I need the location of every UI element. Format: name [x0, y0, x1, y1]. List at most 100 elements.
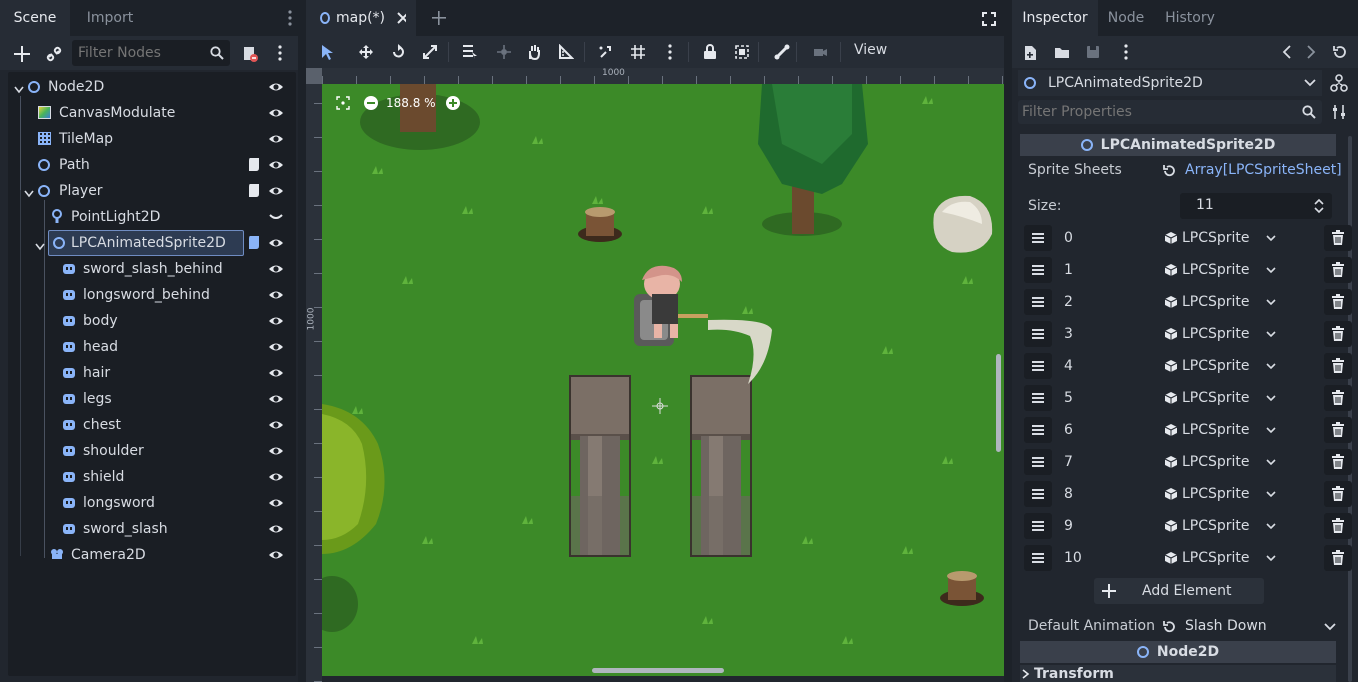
- sprite-sheets-value[interactable]: Array[LPCSpriteSheet]: [1185, 162, 1342, 178]
- visibility-eye-icon[interactable]: [268, 158, 284, 172]
- tab-scene[interactable]: Scene: [0, 0, 70, 36]
- distraction-free-icon[interactable]: [982, 12, 996, 30]
- resource-picker[interactable]: LPCSprite: [1164, 225, 1276, 251]
- size-spinbox[interactable]: 11: [1180, 193, 1332, 219]
- drag-handle-icon[interactable]: [1024, 385, 1052, 411]
- visibility-eye-icon[interactable]: [268, 496, 284, 510]
- list-tool-icon[interactable]: [462, 44, 478, 60]
- filter-nodes-input[interactable]: [78, 43, 204, 63]
- visibility-eye-icon[interactable]: [268, 444, 284, 458]
- resource-picker[interactable]: LPCSprite: [1164, 449, 1276, 475]
- chevron-down-icon[interactable]: [1266, 555, 1276, 562]
- tree-row-longsword[interactable]: longsword: [8, 490, 296, 516]
- bone-icon[interactable]: [774, 44, 790, 60]
- smart-snap-icon[interactable]: [598, 44, 614, 60]
- snap-options-icon[interactable]: [668, 44, 684, 60]
- visibility-eye-icon[interactable]: [268, 340, 284, 354]
- drag-handle-icon[interactable]: [1024, 353, 1052, 379]
- drag-handle-icon[interactable]: [1024, 321, 1052, 347]
- drag-handle-icon[interactable]: [1024, 257, 1052, 283]
- tree-row-player[interactable]: Player: [8, 178, 296, 204]
- collapse-arrow-icon[interactable]: [24, 186, 34, 198]
- chevron-down-icon[interactable]: [1266, 491, 1276, 498]
- resource-picker[interactable]: LPCSprite: [1164, 545, 1276, 571]
- resource-picker[interactable]: LPCSprite: [1164, 513, 1276, 539]
- spin-arrows-icon[interactable]: [1314, 198, 1324, 214]
- revert-icon[interactable]: [1162, 164, 1176, 178]
- zoom-level[interactable]: 188.8 %: [386, 96, 436, 110]
- select-tool-icon[interactable]: [320, 44, 336, 60]
- script-icon[interactable]: [248, 235, 260, 250]
- trash-button[interactable]: [1324, 385, 1352, 411]
- tree-row-chest[interactable]: chest: [8, 412, 296, 438]
- tab-import[interactable]: Import: [70, 0, 150, 36]
- drag-handle-icon[interactable]: [1024, 513, 1052, 539]
- open-folder-icon[interactable]: [1054, 46, 1070, 59]
- tree-row-tilemap[interactable]: TileMap: [8, 126, 296, 152]
- trash-button[interactable]: [1324, 257, 1352, 283]
- drag-handle-icon[interactable]: [1024, 289, 1052, 315]
- add-node-icon[interactable]: [12, 44, 32, 64]
- chevron-down-icon[interactable]: [1266, 363, 1276, 370]
- visibility-eye-icon[interactable]: [268, 392, 284, 406]
- tree-row-hair[interactable]: hair: [8, 360, 296, 386]
- chevron-down-icon[interactable]: [1266, 395, 1276, 402]
- trash-button[interactable]: [1324, 289, 1352, 315]
- zoom-out-icon[interactable]: [364, 96, 378, 110]
- ruler-tool-icon[interactable]: [558, 44, 574, 60]
- visibility-eye-icon[interactable]: [268, 470, 284, 484]
- drag-handle-icon[interactable]: [1024, 225, 1052, 251]
- center-view-icon[interactable]: [336, 96, 350, 110]
- chevron-down-icon[interactable]: [1266, 427, 1276, 434]
- new-resource-icon[interactable]: [1024, 45, 1038, 61]
- rotate-tool-icon[interactable]: [390, 44, 406, 60]
- lock-icon[interactable]: [702, 44, 718, 60]
- tree-row-canvasmodulate[interactable]: CanvasModulate: [8, 100, 296, 126]
- trash-button[interactable]: [1324, 545, 1352, 571]
- grid-snap-icon[interactable]: [630, 44, 646, 60]
- trash-button[interactable]: [1324, 449, 1352, 475]
- visibility-eye-icon[interactable]: [268, 132, 284, 146]
- tab-node[interactable]: Node: [1098, 0, 1154, 36]
- trash-button[interactable]: [1324, 513, 1352, 539]
- trash-button[interactable]: [1324, 225, 1352, 251]
- collapse-arrow-icon[interactable]: [14, 82, 24, 94]
- transform-group[interactable]: Transform: [1020, 665, 1336, 682]
- resource-picker[interactable]: LPCSprite: [1164, 417, 1276, 443]
- node-info-icon[interactable]: [1330, 74, 1348, 92]
- history-forward-icon[interactable]: [1306, 45, 1316, 59]
- visibility-eye-icon[interactable]: [268, 236, 284, 250]
- tree-row-body[interactable]: body: [8, 308, 296, 334]
- collapse-arrow-icon[interactable]: [35, 239, 45, 251]
- filter-properties-input[interactable]: [1022, 102, 1292, 122]
- visibility-eye-icon[interactable]: [268, 262, 284, 276]
- visibility-eye-icon[interactable]: [268, 80, 284, 94]
- save-icon[interactable]: [1086, 45, 1100, 59]
- visibility-eye-icon[interactable]: [268, 288, 284, 302]
- tree-row-longsword-behind[interactable]: longsword_behind: [8, 282, 296, 308]
- property-options-icon[interactable]: [1332, 104, 1346, 120]
- pan-tool-icon[interactable]: [526, 44, 542, 60]
- object-selector[interactable]: LPCAnimatedSprite2D: [1018, 70, 1322, 96]
- resource-picker[interactable]: LPCSprite: [1164, 385, 1276, 411]
- chevron-down-icon[interactable]: [1266, 267, 1276, 274]
- view-menu-button[interactable]: View: [854, 42, 887, 58]
- tree-row-lpcanimatedsprite2d[interactable]: LPCAnimatedSprite2D: [35, 230, 244, 256]
- tree-row-pointlight2d[interactable]: PointLight2D: [8, 204, 296, 230]
- history-back-icon[interactable]: [1282, 45, 1292, 59]
- tree-row-node2d[interactable]: Node2D: [8, 74, 296, 100]
- more-icon[interactable]: [1124, 44, 1128, 60]
- visibility-eye-icon[interactable]: [268, 184, 284, 198]
- section-lpcanimatedsprite2d[interactable]: LPCAnimatedSprite2D: [1020, 134, 1336, 156]
- tab-inspector[interactable]: Inspector: [1012, 0, 1098, 36]
- section-node2d[interactable]: Node2D: [1020, 641, 1336, 663]
- scale-tool-icon[interactable]: [422, 44, 438, 60]
- script-icon[interactable]: [248, 183, 260, 198]
- tree-row-shield[interactable]: shield: [8, 464, 296, 490]
- tab-menu-icon[interactable]: [288, 10, 292, 26]
- move-tool-icon[interactable]: [358, 44, 374, 60]
- script-filter-icon[interactable]: [240, 44, 260, 64]
- tree-row-sword-slash[interactable]: sword_slash: [8, 516, 296, 542]
- zoom-in-icon[interactable]: [445, 96, 460, 110]
- filter-nodes-field[interactable]: [72, 40, 230, 66]
